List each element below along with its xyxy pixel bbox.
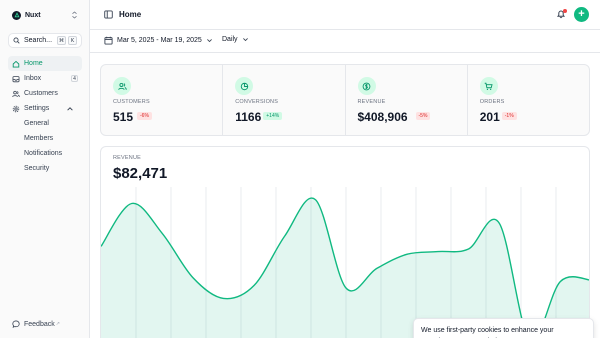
chevron-up-down-icon <box>72 11 77 19</box>
stat-label: CONVERSIONS <box>235 99 279 105</box>
search-icon <box>13 37 20 44</box>
revenue-area-fill <box>101 198 589 338</box>
chevron-down-icon <box>206 39 212 43</box>
app-name: Nuxt <box>25 11 41 19</box>
stat-change-badge: -1% <box>501 112 517 120</box>
search-button[interactable]: Search... ⌘ K <box>8 33 82 48</box>
cart-icon <box>479 77 498 95</box>
data-point[interactable] <box>466 246 472 252</box>
sidebar-subitem-notifications[interactable]: Notifications <box>8 146 82 161</box>
page-title: Home <box>119 10 142 19</box>
external-link-icon: ↗ <box>55 321 60 327</box>
sidebar-nav: Home Inbox 4 Customers Settings General … <box>8 56 82 176</box>
sidebar-item-customers[interactable]: Customers <box>8 86 82 101</box>
sidebar-item-home[interactable]: Home <box>8 56 82 71</box>
team-switcher[interactable]: Nuxt <box>12 9 78 21</box>
feedback-link[interactable]: Feedback ↗ <box>12 320 60 328</box>
sidebar-item-label: Settings <box>24 105 50 112</box>
stats-grid: CUSTOMERS 515 -6% CONVERSIONS 1166 +14% … <box>100 64 590 136</box>
search-label: Search... <box>24 37 53 44</box>
plus-icon: + <box>578 8 585 20</box>
date-range-picker[interactable]: Mar 5, 2025 - Mar 19, 2025 <box>104 36 213 45</box>
stat-card-customers[interactable]: CUSTOMERS 515 -6% <box>101 65 224 135</box>
stat-value: 515 <box>113 110 134 124</box>
house-icon <box>12 60 20 67</box>
data-point[interactable] <box>159 230 165 236</box>
data-point[interactable] <box>129 201 135 207</box>
data-point[interactable] <box>374 266 380 272</box>
data-point[interactable] <box>221 295 227 301</box>
sidebar-item-inbox[interactable]: Inbox 4 <box>8 71 82 86</box>
data-point[interactable] <box>190 275 196 281</box>
chat-bubble-icon <box>12 320 20 328</box>
stat-label: REVENUE <box>357 99 386 105</box>
users-icon <box>12 90 20 97</box>
chevron-up-icon <box>67 106 73 111</box>
data-point[interactable] <box>312 197 318 203</box>
stat-value: 1166 <box>235 110 262 124</box>
stat-label: ORDERS <box>479 99 505 105</box>
data-point[interactable] <box>343 285 349 291</box>
dashboard-toolbar: Mar 5, 2025 - Mar 19, 2025 Daily <box>90 30 600 53</box>
inbox-icon <box>12 75 20 82</box>
sidebar-item-settings[interactable]: Settings <box>8 101 82 116</box>
data-point[interactable] <box>435 249 441 255</box>
date-range-value: Mar 5, 2025 - Mar 19, 2025 <box>117 37 202 44</box>
stat-label: CUSTOMERS <box>113 99 150 105</box>
data-point[interactable] <box>282 233 288 239</box>
kbd-meta: ⌘ <box>57 36 66 45</box>
inbox-count-badge: 4 <box>71 75 78 82</box>
stat-value: 201 <box>479 110 500 124</box>
add-button[interactable]: + <box>574 7 589 22</box>
pie-chart-icon <box>235 77 254 95</box>
data-point[interactable] <box>404 251 410 257</box>
chart-label: REVENUE <box>113 155 141 161</box>
nuxt-logo-icon <box>12 10 21 20</box>
stat-card-conversions[interactable]: CONVERSIONS 1166 +14% <box>223 65 346 135</box>
main-content: Home + Mar 5, 2025 - Mar 19, 2025 Daily … <box>90 0 600 338</box>
stat-change-badge: -6% <box>137 112 152 120</box>
stat-card-orders[interactable]: ORDERS 201 -1% <box>468 65 589 135</box>
sidebar-subitem-security[interactable]: Security <box>8 161 82 176</box>
sidebar-item-label: Home <box>24 60 43 67</box>
sidebar-toggle-icon[interactable] <box>104 10 113 19</box>
period-value: Daily <box>222 36 238 43</box>
sidebar-subitem-general[interactable]: General <box>8 116 82 131</box>
revenue-chart-card: REVENUE $82,471 <box>100 146 590 338</box>
stat-change-badge: +14% <box>263 112 283 120</box>
notification-dot <box>563 9 567 13</box>
revenue-area-chart[interactable] <box>101 187 590 338</box>
cookie-text: We use first-party cookies to enhance yo… <box>421 327 554 334</box>
period-select[interactable]: Daily <box>222 36 249 43</box>
stat-value: $408,906 <box>357 110 408 124</box>
dollar-icon <box>357 77 376 95</box>
kbd-k: K <box>68 36 77 45</box>
sidebar-subitem-members[interactable]: Members <box>8 131 82 146</box>
users-icon <box>113 77 131 95</box>
chart-total-value: $82,471 <box>113 165 168 182</box>
navbar: Home + <box>90 0 600 30</box>
sidebar-item-label: Customers <box>24 90 58 97</box>
cookie-banner: We use first-party cookies to enhance yo… <box>413 318 594 338</box>
stat-card-revenue[interactable]: REVENUE $408,906 -5% <box>346 65 468 135</box>
chevron-down-icon <box>242 38 248 42</box>
data-point[interactable] <box>496 220 502 226</box>
sidebar-item-label: Inbox <box>24 75 42 82</box>
data-point[interactable] <box>557 279 563 285</box>
stat-change-badge: -5% <box>415 112 431 120</box>
feedback-label: Feedback <box>24 320 55 328</box>
calendar-icon <box>104 36 113 45</box>
gear-icon <box>12 105 20 112</box>
sidebar: Nuxt Search... ⌘ K Home Inbox 4 Customer… <box>0 0 90 338</box>
data-point[interactable] <box>251 282 257 288</box>
